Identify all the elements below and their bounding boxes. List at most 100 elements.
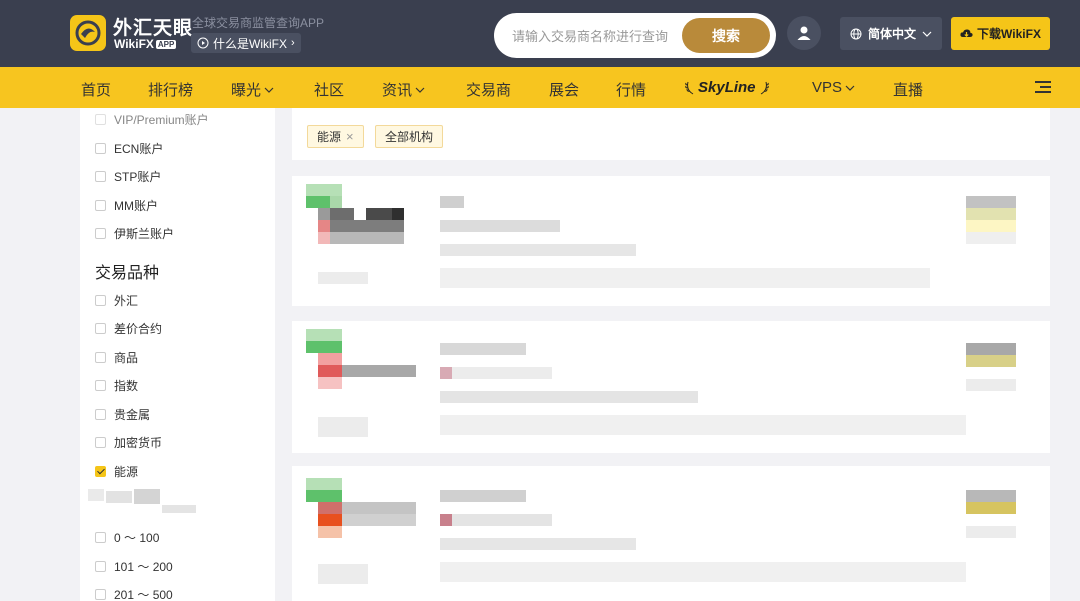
logo-text-cn[interactable]: 外汇天眼 <box>113 13 193 40</box>
broker-logo-blurred <box>330 196 342 208</box>
filter-range-201-500[interactable]: 201 ～ 500 <box>95 586 173 601</box>
filter-label: 201 ～ 500 <box>114 588 173 601</box>
download-app-label: 下载WikiFX <box>977 27 1041 41</box>
filter-account-ecn[interactable]: ECN账户 <box>95 140 163 157</box>
broker-tags-blurred <box>440 220 560 232</box>
broker-logo-blurred <box>318 514 342 526</box>
broker-card[interactable] <box>292 321 1050 453</box>
nav-item-rankings[interactable]: 排行榜 <box>148 79 193 100</box>
filter-label: 差价合约 <box>114 322 163 336</box>
chevron-down-icon <box>264 87 274 93</box>
broker-info-blurred <box>318 272 368 284</box>
filter-account-islamic[interactable]: 伊斯兰账户 <box>95 225 174 242</box>
broker-card[interactable] <box>292 176 1050 306</box>
language-selector[interactable]: 简体中文 <box>840 17 942 50</box>
hamburger-menu-icon[interactable] <box>1035 81 1051 94</box>
broker-score-blurred <box>966 196 1016 208</box>
checkbox[interactable] <box>95 114 106 125</box>
what-is-wikifx-label: 什么是WikiFX <box>213 36 287 51</box>
broker-search-input[interactable] <box>512 25 672 47</box>
checkbox[interactable] <box>95 532 106 543</box>
broker-details-blurred <box>440 268 930 288</box>
checkbox[interactable] <box>95 409 106 420</box>
laurel-left-icon <box>685 81 694 94</box>
nav-item-label: 直播 <box>893 82 924 99</box>
broker-tags-blurred <box>452 514 552 526</box>
broker-name-blurred <box>440 490 526 502</box>
checkbox[interactable] <box>95 561 106 572</box>
checkbox-checked[interactable] <box>95 466 106 477</box>
broker-tags-blurred <box>440 514 452 526</box>
broker-logo-blurred <box>306 490 342 502</box>
checkbox[interactable] <box>95 143 106 154</box>
filter-range-101-200[interactable]: 101 ～ 200 <box>95 558 173 575</box>
checkbox[interactable] <box>95 352 106 363</box>
checkbox[interactable] <box>95 380 106 391</box>
products-section-title: 交易品种 <box>95 265 160 282</box>
chevron-down-icon <box>415 87 425 93</box>
filter-account-mm[interactable]: MM账户 <box>95 197 158 214</box>
filter-product-crypto[interactable]: 加密货币 <box>95 434 162 451</box>
filter-product-commodities[interactable]: 商品 <box>95 349 138 366</box>
blurred-section-title <box>106 491 132 503</box>
nav-item-skyline[interactable]: SkyLine <box>685 79 769 96</box>
laurel-right-icon <box>760 81 769 94</box>
nav-item-home[interactable]: 首页 <box>81 79 111 100</box>
broker-logo-blurred <box>318 526 342 538</box>
filter-tag-all-institutions[interactable]: 全部机构 <box>375 125 444 148</box>
logo-text-wikifx: WikiFX <box>114 37 154 51</box>
nav-item-live[interactable]: 直播 <box>893 79 923 100</box>
nav-item-label: 行情 <box>616 82 647 99</box>
filter-label: 0 ～ 100 <box>114 531 160 545</box>
what-is-wikifx-button[interactable]: 什么是WikiFX › <box>191 33 301 53</box>
download-app-button[interactable]: 下载WikiFX <box>951 17 1050 50</box>
filter-product-forex[interactable]: 外汇 <box>95 292 138 309</box>
checkbox[interactable] <box>95 323 106 334</box>
wikifx-logo-icon[interactable] <box>70 15 106 51</box>
broker-logo-blurred <box>306 196 332 208</box>
checkbox[interactable] <box>95 295 106 306</box>
filter-product-cfd[interactable]: 差价合约 <box>95 320 162 337</box>
filter-product-metals[interactable]: 贵金属 <box>95 406 150 423</box>
logo-text-en[interactable]: WikiFX APP <box>114 37 177 51</box>
broker-card[interactable] <box>292 466 1050 601</box>
nav-item-label: 展会 <box>549 82 580 99</box>
filter-label: 外汇 <box>114 294 139 308</box>
broker-score-blurred <box>966 208 1016 220</box>
filter-label: 伊斯兰账户 <box>114 227 175 241</box>
nav-item-community[interactable]: 社区 <box>314 79 344 100</box>
play-circle-icon <box>197 37 209 49</box>
close-icon[interactable]: × <box>346 129 354 144</box>
checkbox[interactable] <box>95 171 106 182</box>
search-button[interactable]: 搜索 <box>682 18 770 53</box>
broker-score-blurred <box>966 220 1016 232</box>
broker-score-blurred <box>966 343 1016 355</box>
user-account-button[interactable] <box>787 16 821 50</box>
filter-label: 指数 <box>114 379 139 393</box>
nav-item-label: 曝光 <box>231 82 262 99</box>
filter-product-energy[interactable]: 能源 <box>95 463 138 480</box>
filter-account-stp[interactable]: STP账户 <box>95 168 161 185</box>
checkbox[interactable] <box>95 437 106 448</box>
broker-logo-blurred <box>366 208 392 220</box>
filter-account-vip[interactable]: VIP/Premium账户 <box>95 111 209 128</box>
filter-range-0-100[interactable]: 0 ～ 100 <box>95 529 159 546</box>
broker-info-blurred <box>318 417 368 437</box>
broker-logo-blurred <box>330 232 404 244</box>
nav-item-market[interactable]: 行情 <box>616 79 646 100</box>
broker-score-blurred <box>966 490 1016 502</box>
filter-tag-energy[interactable]: 能源 × <box>307 125 364 148</box>
nav-item-expo[interactable]: 展会 <box>549 79 579 100</box>
broker-logo-blurred <box>306 329 342 341</box>
cloud-download-icon <box>960 29 973 38</box>
filter-product-indices[interactable]: 指数 <box>95 377 138 394</box>
broker-info-blurred <box>318 564 368 584</box>
checkbox[interactable] <box>95 228 106 239</box>
chevron-down-icon <box>922 31 932 37</box>
checkbox[interactable] <box>95 200 106 211</box>
nav-item-news[interactable]: 资讯 <box>382 79 425 100</box>
nav-item-brokers[interactable]: 交易商 <box>466 79 511 100</box>
nav-item-exposure[interactable]: 曝光 <box>231 79 274 100</box>
nav-item-vps[interactable]: VPS <box>812 79 855 96</box>
checkbox[interactable] <box>95 589 106 600</box>
